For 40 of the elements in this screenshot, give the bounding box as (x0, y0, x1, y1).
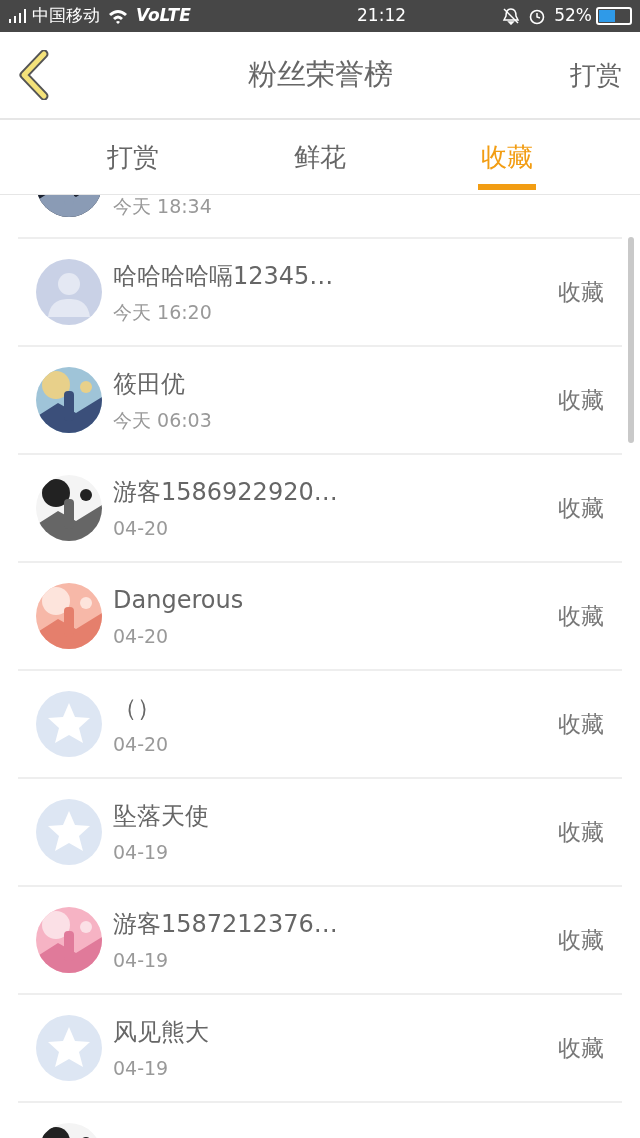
clock: 21:12 (356, 4, 406, 28)
back-button[interactable] (18, 50, 50, 100)
user-name: 筱田优 (113, 368, 186, 400)
wifi-icon (108, 8, 128, 24)
gift-type: 收藏 (558, 385, 604, 415)
timestamp: 04-20 (113, 515, 170, 541)
user-name: 游客1587212376… (113, 908, 338, 940)
page-title: 粉丝荣誉榜 (247, 56, 393, 94)
network-label: VoLTE (136, 4, 191, 28)
timestamp: 04-19 (113, 947, 170, 973)
timestamp: 今天 18:34 (113, 195, 212, 219)
user-name: 风见熊大 (113, 1016, 209, 1048)
gift-type: 收藏 (558, 709, 604, 739)
gift-type: 收藏 (558, 925, 604, 955)
signal-icon (8, 7, 28, 25)
bell-off-icon (502, 7, 521, 25)
timestamp: 今天 06:03 (113, 407, 212, 433)
timestamp: 04-19 (113, 1055, 170, 1081)
gift-type: 收藏 (558, 817, 604, 847)
battery-icon (596, 7, 632, 25)
gift-type: 收藏 (558, 277, 604, 307)
tab[interactable]: 鲜花 (226, 120, 414, 194)
timestamp: 今天 16:20 (113, 299, 213, 325)
tab[interactable]: 打赏 (40, 120, 227, 194)
user-name: 游客1586922920… (113, 476, 338, 508)
user-name: 哈哈哈哈嗝12345… (113, 260, 334, 292)
person-icon (36, 259, 102, 325)
carrier: 中国移动 (32, 4, 100, 28)
alarm-icon (528, 7, 547, 25)
timestamp: 04-20 (113, 623, 170, 649)
gift-type: 收藏 (558, 601, 604, 631)
user-name: （） (113, 692, 162, 724)
timestamp: 04-20 (113, 731, 169, 757)
user-name: 坠落天使 (113, 800, 209, 832)
battery-percent: 52% (554, 4, 592, 28)
timestamp: 04-19 (113, 839, 170, 865)
gift-type: 收藏 (558, 493, 604, 523)
gift-type: 收藏 (558, 1033, 604, 1063)
user-name: Dangerous (113, 584, 244, 616)
reward-button[interactable]: 打赏 (570, 55, 622, 95)
